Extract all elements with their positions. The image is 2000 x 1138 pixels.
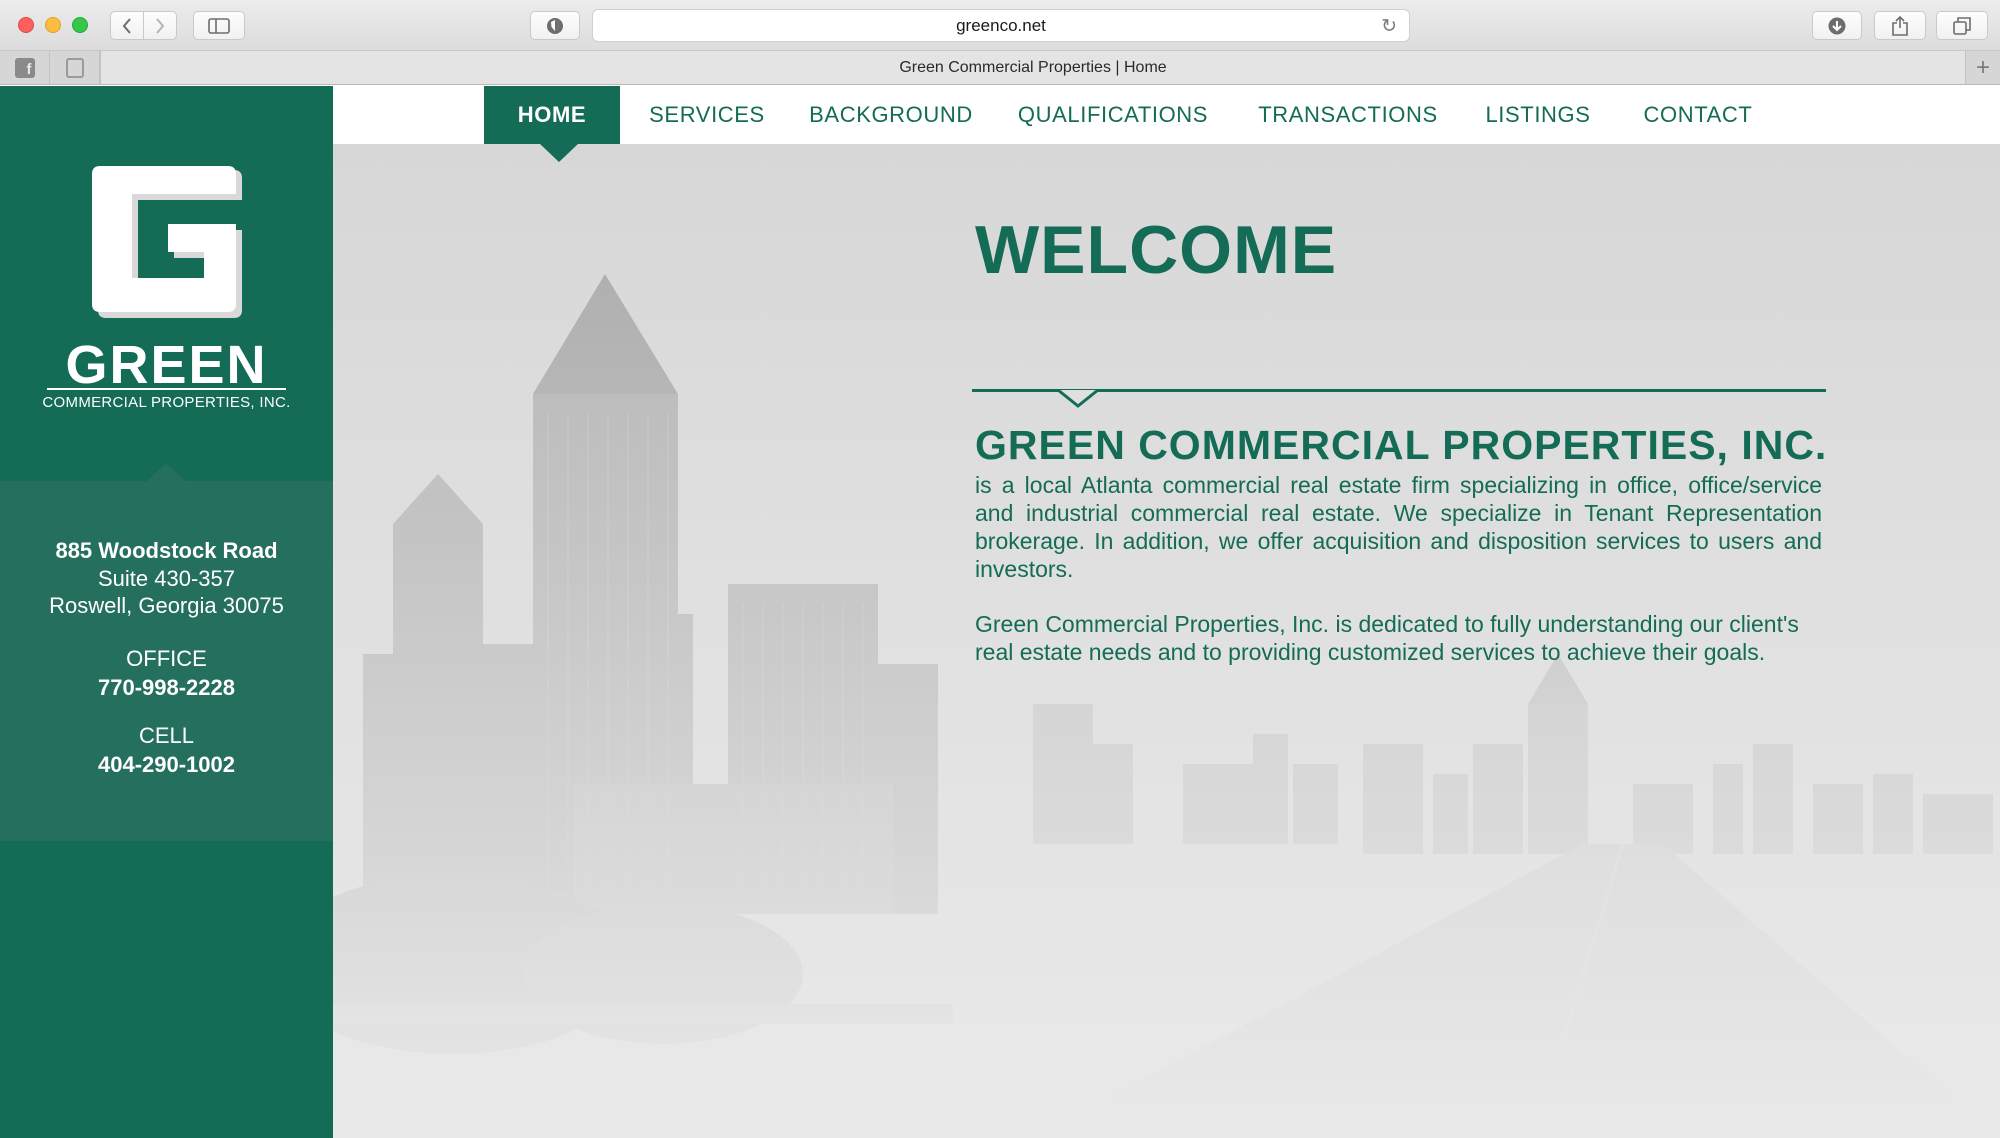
office-label: OFFICE [126, 646, 207, 671]
address-bar[interactable]: greenco.net ↻ [592, 9, 1410, 42]
chevron-right-icon [156, 17, 165, 34]
favorite-bot[interactable] [50, 51, 100, 84]
bot-icon [65, 57, 84, 78]
company-title: GREEN COMMERCIAL PROPERTIES, INC. [975, 422, 1828, 468]
address-suite: Suite 430-357 [98, 566, 235, 591]
webpage: HOME SERVICES BACKGROUND QUALIFICATIONS … [0, 86, 2000, 1138]
intro-paragraph: is a local Atlanta commercial real estat… [975, 472, 1822, 582]
share-icon [1892, 15, 1908, 36]
address-street: 885 Woodstock Road [55, 538, 278, 563]
url-text: greenco.net [956, 15, 1046, 35]
active-nav-indicator [540, 144, 578, 162]
divider-chevron [1058, 390, 1098, 408]
tab-active[interactable]: Green Commercial Properties | Home [100, 51, 1966, 84]
cell-label: CELL [138, 723, 195, 748]
brand-subtitle: COMMERCIAL PROPERTIES, INC. [42, 394, 291, 411]
new-tab-button[interactable]: + [1966, 51, 2000, 84]
brand-name: GREEN [65, 335, 268, 395]
contact-info-box: 885 Woodstock Road Suite 430-357 Roswell… [0, 481, 333, 841]
zoom-window-button[interactable] [72, 17, 88, 33]
forward-button[interactable] [143, 11, 177, 40]
nav-home[interactable]: HOME [484, 86, 620, 144]
tab-overview-button[interactable] [1936, 11, 1988, 40]
office-phone-link[interactable]: 770-998-2228 [98, 672, 235, 704]
downloads-button[interactable] [1812, 11, 1862, 40]
chevron-left-icon [122, 17, 131, 34]
nav-background[interactable]: BACKGROUND [803, 86, 979, 144]
welcome-heading: WELCOME [975, 212, 1338, 288]
main-navigation: HOME SERVICES BACKGROUND QUALIFICATIONS … [333, 86, 2000, 144]
minimize-window-button[interactable] [45, 17, 61, 33]
shield-icon [547, 17, 563, 34]
close-window-button[interactable] [18, 17, 34, 33]
favorite-facebook[interactable]: f [0, 51, 50, 84]
privacy-report-button[interactable] [530, 11, 580, 40]
plus-icon: + [1975, 53, 1990, 81]
nav-contact[interactable]: CONTACT [1628, 86, 1768, 144]
back-button[interactable] [110, 11, 144, 40]
welcome-divider [972, 389, 1826, 392]
address-city: Roswell, Georgia 30075 [49, 593, 284, 618]
share-button[interactable] [1874, 11, 1926, 40]
reload-icon[interactable]: ↻ [1381, 15, 1397, 38]
nav-listings[interactable]: LISTINGS [1473, 86, 1603, 144]
brand-divider [47, 388, 286, 390]
brand-sidebar: GREEN COMMERCIAL PROPERTIES, INC. 885 Wo… [0, 86, 333, 1138]
mission-paragraph: Green Commercial Properties, Inc. is ded… [975, 611, 1799, 665]
sidebar-icon [208, 17, 230, 34]
download-icon [1828, 17, 1846, 34]
contact-box-notch [147, 463, 185, 481]
tab-bar: f Green Commercial Properties | Home + [0, 51, 2000, 85]
cell-phone-link[interactable]: 404-290-1002 [98, 749, 235, 781]
sidebar-toggle-button[interactable] [193, 11, 245, 40]
browser-toolbar: greenco.net ↻ [0, 0, 2000, 51]
facebook-icon: f [14, 57, 35, 78]
green-logo-icon [92, 166, 242, 318]
nav-transactions[interactable]: TRANSACTIONS [1248, 86, 1448, 144]
tabs-overview-icon [1953, 16, 1971, 35]
nav-qualifications[interactable]: QUALIFICATIONS [1008, 86, 1218, 144]
tab-title: Green Commercial Properties | Home [899, 58, 1167, 76]
nav-services[interactable]: SERVICES [638, 86, 776, 144]
